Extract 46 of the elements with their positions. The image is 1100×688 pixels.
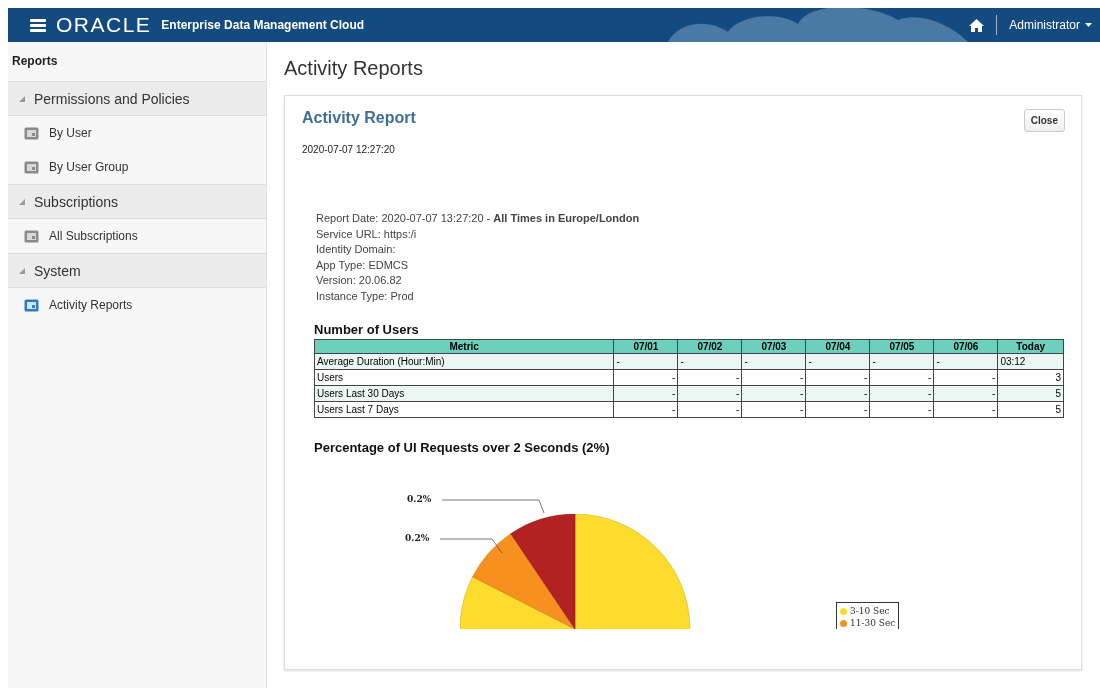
brand-logo: ORACLE xyxy=(56,13,152,37)
column-header: Today xyxy=(997,339,1064,354)
column-header: 07/01 xyxy=(613,339,678,354)
column-header: 07/05 xyxy=(869,339,934,354)
sidebar-section[interactable]: Subscriptions xyxy=(8,184,266,219)
legend-label: 11-30 Sec xyxy=(850,618,896,628)
report-icon xyxy=(24,126,39,140)
expand-triangle-icon[interactable] xyxy=(18,197,26,206)
menu-icon[interactable] xyxy=(30,18,46,32)
report-detail: App Type: EDMCS xyxy=(316,258,410,272)
column-header: 07/06 xyxy=(933,339,998,354)
user-menu[interactable]: Administrator xyxy=(1009,18,1092,32)
sidebar-item[interactable]: By User Group xyxy=(8,150,266,184)
report-icon xyxy=(24,160,39,174)
table-title: Number of Users xyxy=(314,322,420,337)
slice-label: 0.2% xyxy=(405,533,430,543)
sidebar-section[interactable]: System xyxy=(8,253,266,288)
sidebar-item[interactable]: All Subscriptions xyxy=(8,219,266,253)
column-header: 07/03 xyxy=(741,339,806,354)
report-detail: Report Date: 2020-07-07 13:27:20 - All Times in Europe/London xyxy=(316,212,641,226)
caret-icon xyxy=(1085,23,1092,27)
report-timestamp: 2020-07-07 12:27:20 xyxy=(302,144,396,155)
report-title: Activity Report xyxy=(302,109,416,127)
slice-label: 0.2% xyxy=(407,494,432,504)
report-detail: Service URL: https:/i xyxy=(316,227,418,241)
product-name: Enterprise Data Management Cloud xyxy=(161,18,365,32)
legend-label: 3-10 Sec xyxy=(850,606,890,616)
report-icon xyxy=(24,229,39,243)
report-icon xyxy=(24,298,39,312)
column-header: Metric xyxy=(314,339,614,354)
sidebar-title: Reports xyxy=(11,53,59,70)
sidebar-item[interactable]: By User xyxy=(8,116,266,150)
sidebar-item[interactable]: Activity Reports xyxy=(8,288,266,322)
expand-triangle-icon[interactable] xyxy=(18,94,26,103)
report-detail: Identity Domain: xyxy=(316,243,397,257)
leader-line xyxy=(440,538,503,553)
chart-title: Percentage of UI Requests over 2 Seconds (2%) xyxy=(314,440,611,455)
report-detail: Instance Type: Prod xyxy=(316,289,415,303)
sidebar-section[interactable]: Permissions and Policies xyxy=(8,81,266,116)
column-header: 07/04 xyxy=(805,339,870,354)
close-button[interactable]: Close xyxy=(1023,109,1065,132)
expand-triangle-icon[interactable] xyxy=(18,266,26,275)
page-title: Activity Reports xyxy=(284,57,424,80)
report-detail: Version: 20.06.82 xyxy=(316,274,403,288)
home-icon[interactable] xyxy=(969,18,985,32)
column-header: 07/02 xyxy=(677,339,742,354)
